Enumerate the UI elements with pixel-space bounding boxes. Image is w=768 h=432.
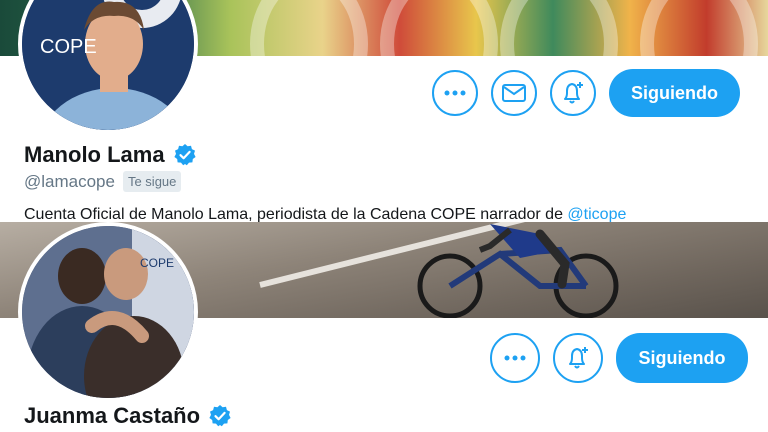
avatar-logo-text: COPE xyxy=(140,256,175,270)
avatar-image xyxy=(22,226,194,398)
display-name: Manolo Lama xyxy=(24,142,165,167)
profile-card-manolo-lama: COPE Siguiendo Manolo Lama @lamacope Te … xyxy=(0,0,768,224)
more-options-button[interactable] xyxy=(490,333,540,383)
more-options-button[interactable] xyxy=(432,70,478,116)
profile-actions: Siguiendo xyxy=(490,333,748,383)
handle-row: @lamacope Te sigue xyxy=(24,171,182,192)
message-button[interactable] xyxy=(491,70,537,116)
notifications-button[interactable] xyxy=(553,333,603,383)
more-options-icon xyxy=(444,90,466,96)
notifications-add-icon xyxy=(569,347,588,369)
cyclist-image xyxy=(417,224,619,318)
following-button[interactable]: Siguiendo xyxy=(609,69,740,117)
bio-text: Cuenta Oficial de Manolo Lama, periodist… xyxy=(24,206,568,223)
avatar-logo-text: COPE xyxy=(40,36,97,58)
handle: @lamacope xyxy=(24,171,115,191)
avatar[interactable]: COPE xyxy=(18,222,198,402)
more-options-icon xyxy=(504,355,526,361)
verified-badge-icon xyxy=(173,144,196,166)
name-row: Manolo Lama xyxy=(24,142,197,168)
name-row: Juanma Castaño xyxy=(24,403,232,429)
message-icon xyxy=(502,84,526,102)
notifications-add-icon xyxy=(564,82,583,104)
profile-card-juanma-castano: COPE Siguiendo Juanma Castaño xyxy=(0,222,768,432)
follows-you-badge: Te sigue xyxy=(122,171,182,192)
verified-badge-icon xyxy=(209,405,231,427)
avatar-image xyxy=(22,0,194,130)
display-name: Juanma Castaño xyxy=(24,403,201,428)
notifications-button[interactable] xyxy=(550,70,596,116)
bio-mention-link[interactable]: @ticope xyxy=(567,206,626,223)
avatar[interactable]: COPE xyxy=(18,0,198,134)
following-button[interactable]: Siguiendo xyxy=(616,333,748,383)
profile-actions: Siguiendo xyxy=(432,69,740,117)
